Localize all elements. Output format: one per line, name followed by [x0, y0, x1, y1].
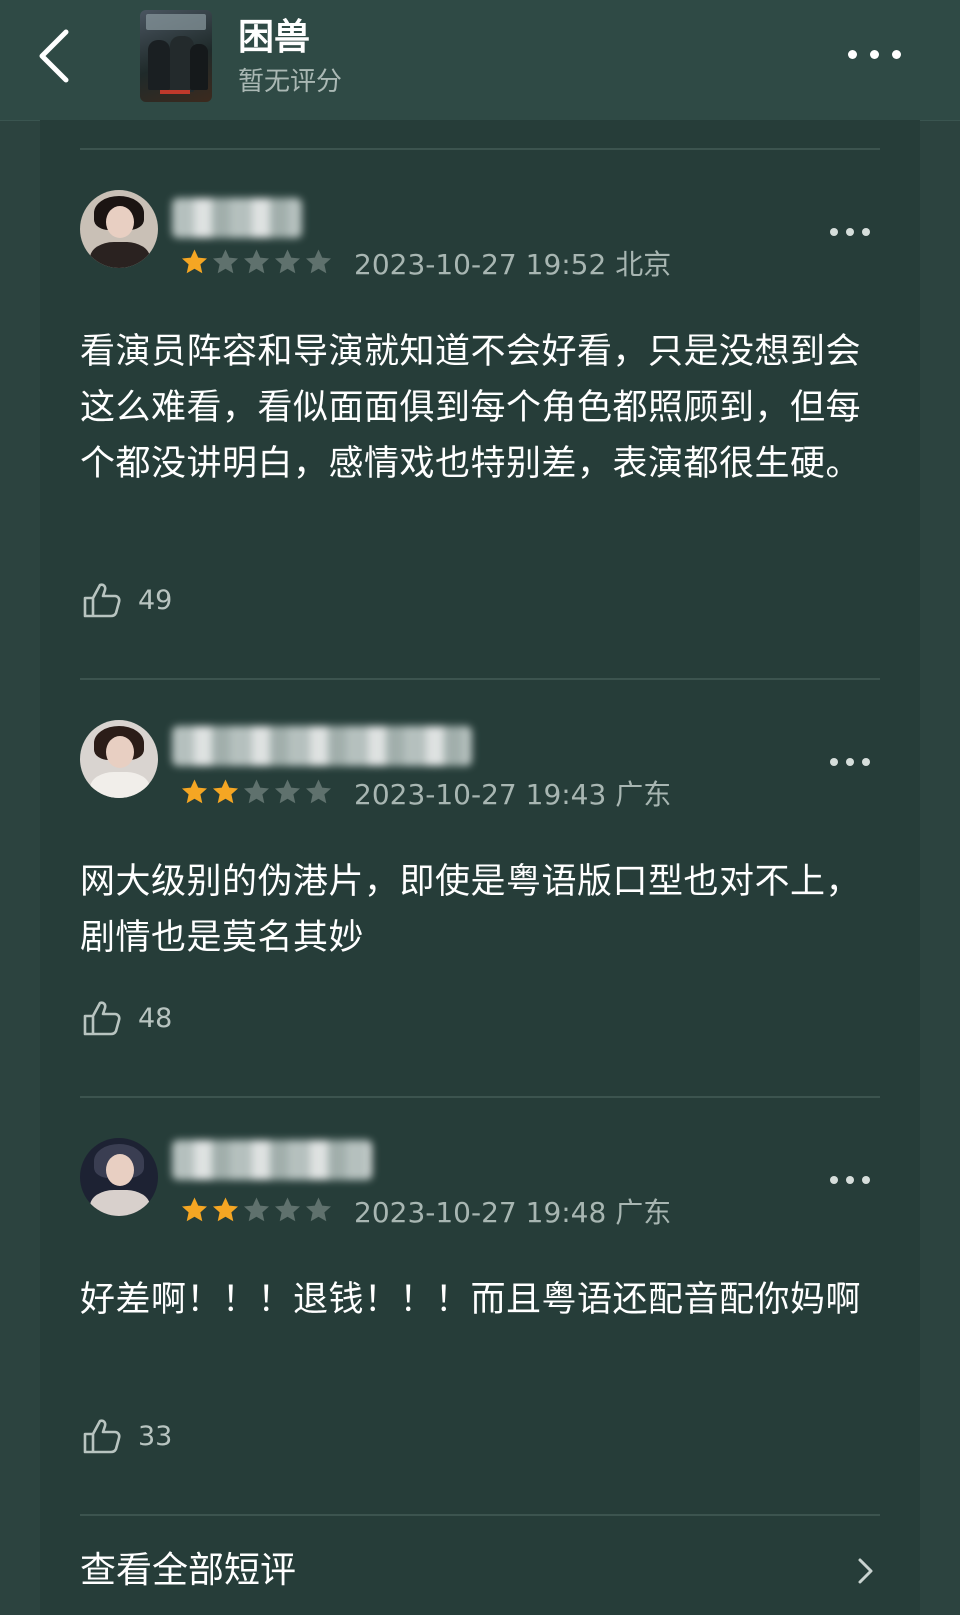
comment-meta: 2023-10-27 19:43 广东 — [354, 778, 672, 811]
star-rating — [180, 1196, 335, 1226]
comment-meta: 2023-10-27 19:48 广东 — [354, 1196, 672, 1229]
movie-rating: 暂无评分 — [238, 67, 343, 97]
comment-more-button[interactable] — [830, 225, 870, 239]
star-empty-icon — [304, 778, 333, 806]
star-filled-icon — [180, 778, 209, 806]
comment-text: 网大级别的伪港片，即使是粤语版口型也对不上，剧情也是莫名其妙 — [80, 862, 862, 958]
divider — [80, 148, 880, 150]
star-filled-icon — [211, 778, 240, 806]
star-filled-icon — [180, 1196, 209, 1224]
username[interactable] — [172, 1140, 372, 1180]
thumbs-up-icon — [83, 583, 121, 618]
star-empty-icon — [273, 248, 302, 276]
like-count: 48 — [138, 1003, 173, 1034]
avatar[interactable] — [80, 720, 158, 798]
star-empty-icon — [242, 778, 271, 806]
username[interactable] — [172, 198, 302, 238]
username[interactable] — [172, 726, 472, 766]
star-empty-icon — [304, 248, 333, 276]
comment-meta: 2023-10-27 19:52 北京 — [354, 248, 672, 281]
thumbs-up-icon — [83, 1419, 121, 1454]
star-empty-icon — [304, 1196, 333, 1224]
avatar[interactable] — [80, 1138, 158, 1216]
star-empty-icon — [273, 778, 302, 806]
star-empty-icon — [242, 248, 271, 276]
like-count: 33 — [138, 1421, 173, 1452]
avatar[interactable] — [80, 190, 158, 268]
like-count: 49 — [138, 585, 173, 616]
star-rating — [180, 778, 335, 808]
view-all-label: 查看全部短评 — [80, 1550, 297, 1591]
divider — [80, 1514, 880, 1516]
divider — [80, 678, 880, 680]
more-options-button[interactable] — [846, 42, 906, 66]
back-button[interactable] — [30, 26, 86, 86]
comment-more-button[interactable] — [830, 755, 870, 769]
star-rating — [180, 248, 335, 278]
star-filled-icon — [180, 248, 209, 276]
star-empty-icon — [273, 1196, 302, 1224]
comment-text: 好差啊！！！退钱！！！而且粤语还配音配你妈啊 — [80, 1280, 862, 1320]
chevron-right-icon — [858, 1558, 873, 1584]
thumbs-up-icon — [83, 1001, 121, 1036]
star-empty-icon — [242, 1196, 271, 1224]
view-all-reviews-link[interactable]: 查看全部短评 — [80, 1538, 880, 1608]
star-filled-icon — [211, 1196, 240, 1224]
top-bar: 困兽 暂无评分 — [0, 0, 960, 121]
back-arrow-icon — [39, 29, 69, 83]
movie-poster[interactable] — [140, 10, 212, 102]
comment-more-button[interactable] — [830, 1173, 870, 1187]
star-empty-icon — [211, 248, 240, 276]
comment-text: 看演员阵容和导演就知道不会好看，只是没想到会这么难看，看似面面俱到每个角色都照顾… — [80, 332, 862, 484]
movie-title: 困兽 — [238, 17, 311, 58]
divider — [80, 1096, 880, 1098]
